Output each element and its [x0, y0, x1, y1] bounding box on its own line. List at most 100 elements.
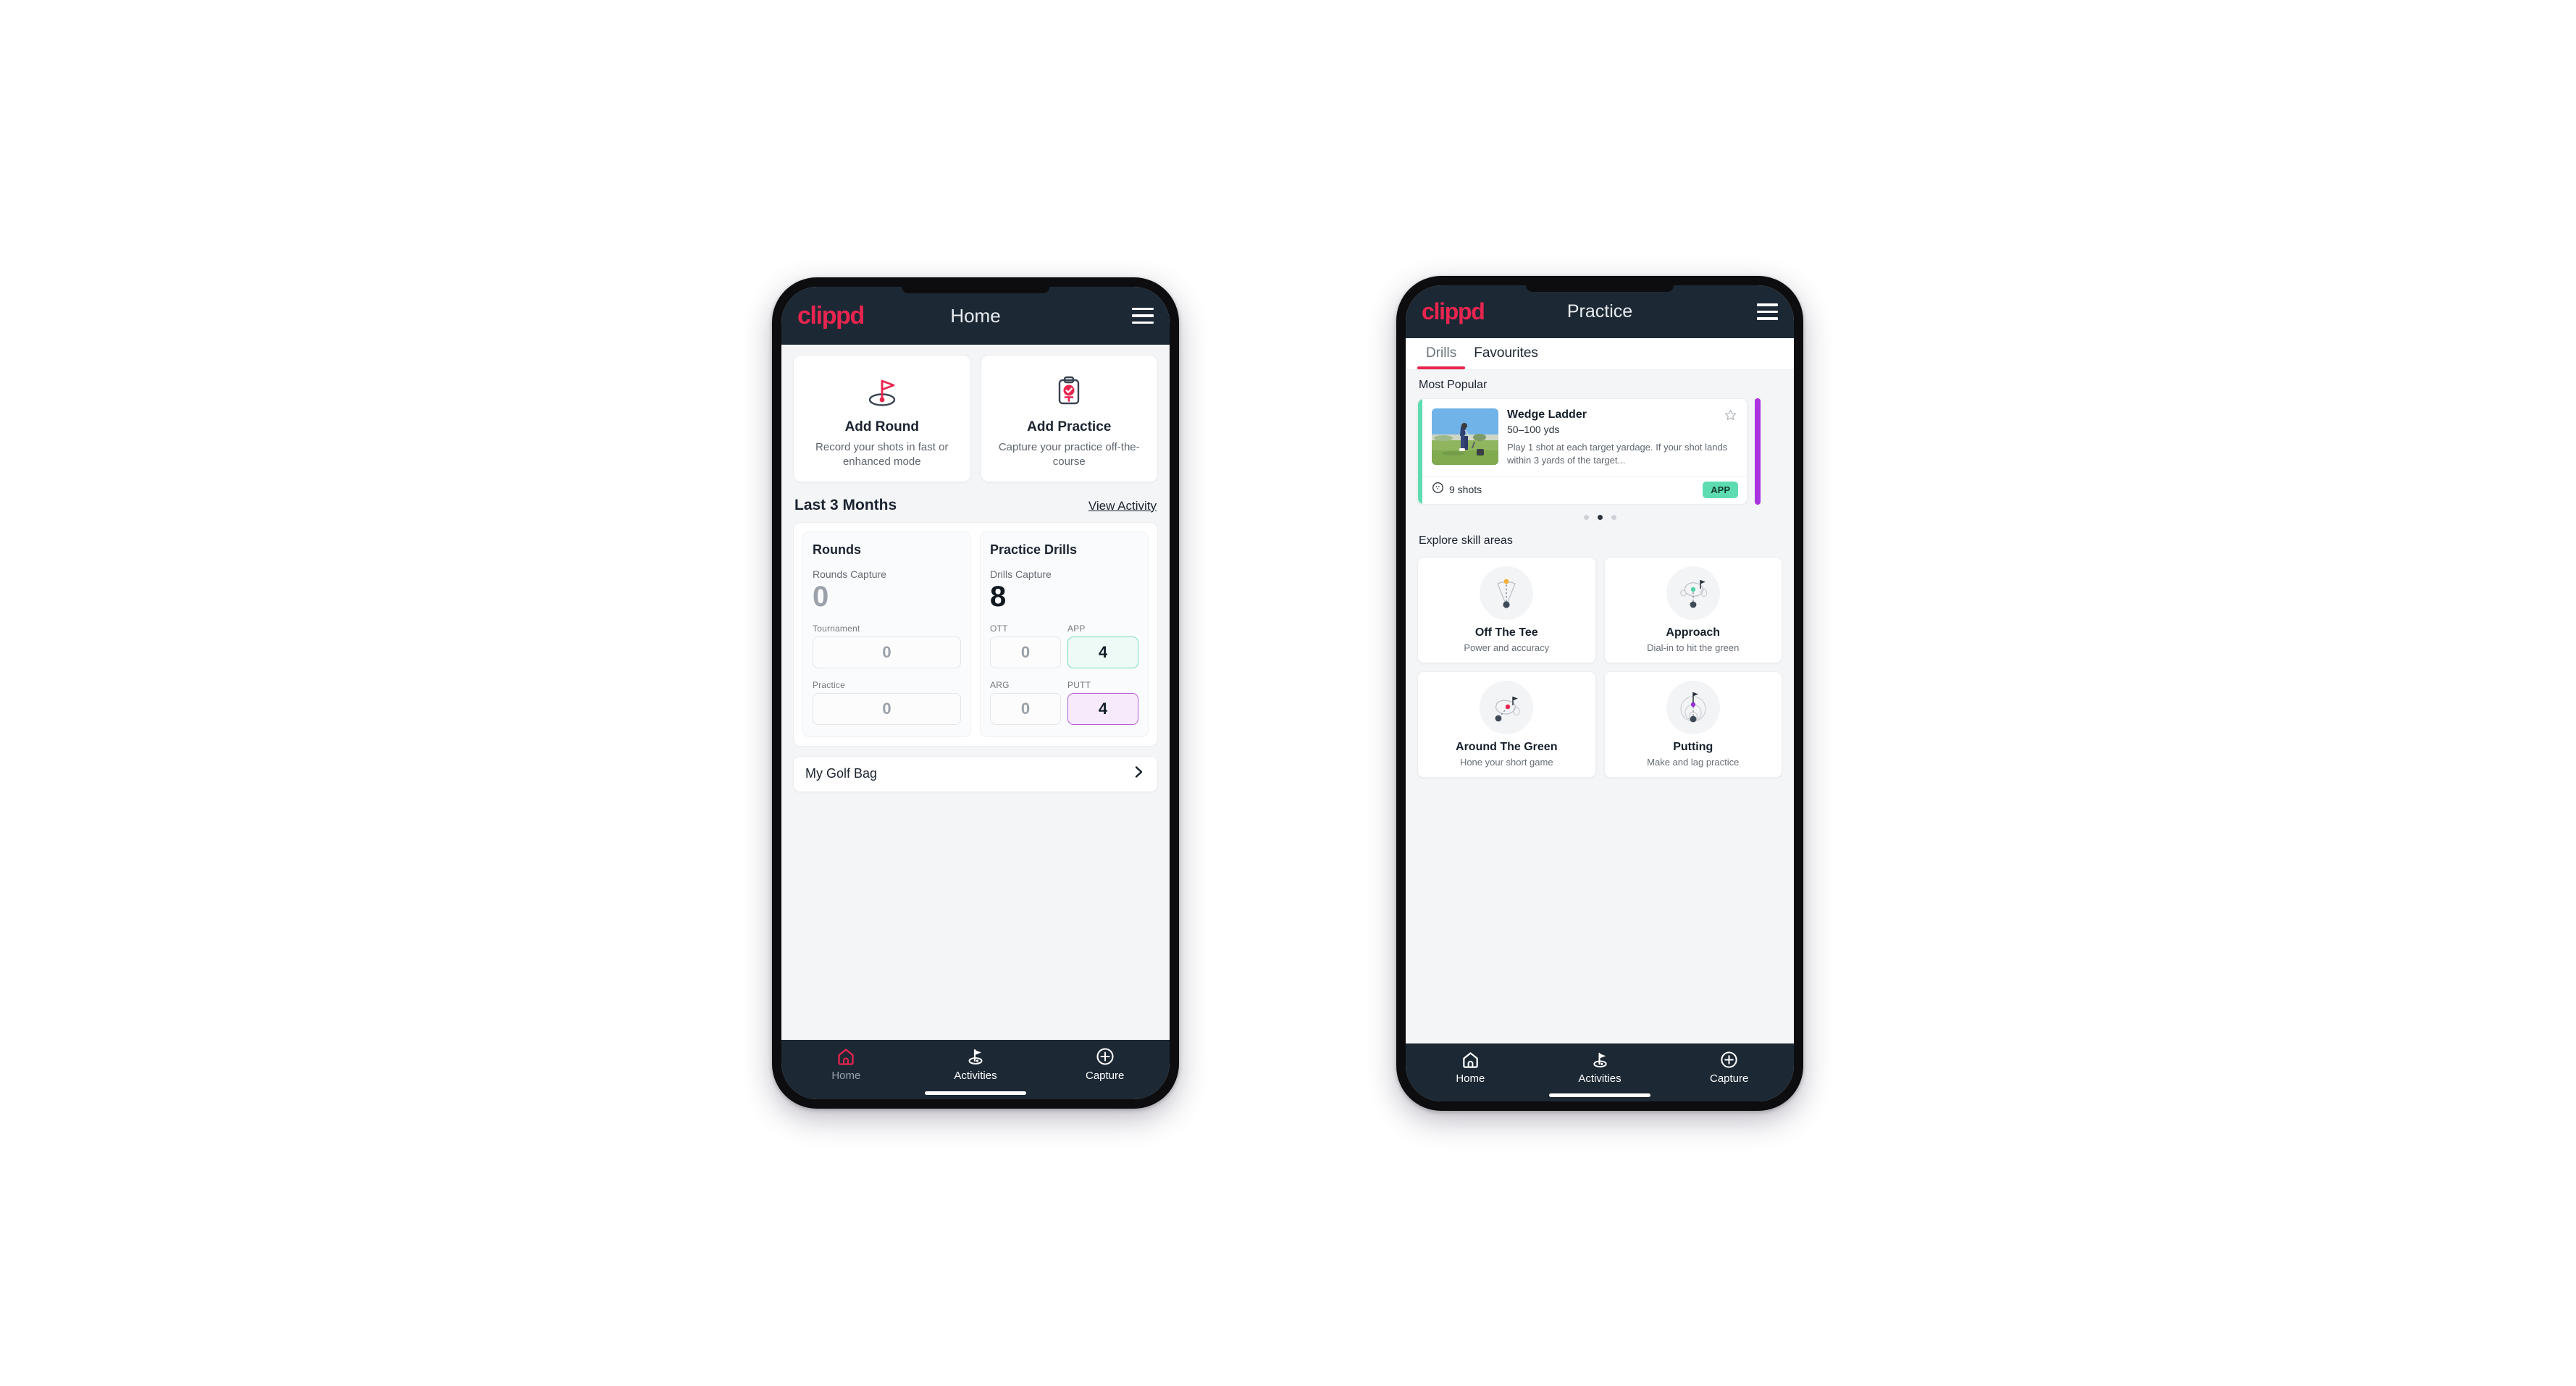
screenshot-canvas: clippd Home Add Round Record your shots … — [0, 0, 2576, 1386]
nav-item-capture[interactable]: Capture — [1664, 1050, 1794, 1085]
nav-label-activities: Activities — [954, 1070, 997, 1082]
drill-skill-badge: APP — [1703, 481, 1738, 498]
plus-circle-icon — [1721, 1051, 1737, 1068]
putt-value[interactable]: 4 — [1067, 692, 1138, 725]
arg-field: ARG 0 — [990, 680, 1061, 725]
nav-item-home[interactable]: Home — [781, 1046, 911, 1082]
plus-circle-icon — [1096, 1048, 1114, 1065]
bottom-nav-home: Home Activities Capture — [781, 1040, 1170, 1099]
star-outline-icon[interactable] — [1724, 408, 1737, 426]
phone-device-home: clippd Home Add Round Record your shots … — [772, 277, 1179, 1109]
golf-flag-icon — [1593, 1052, 1607, 1068]
phone-device-practice: clippd Practice Drills Favourites Most P… — [1396, 276, 1803, 1111]
nav-label-capture: Capture — [1709, 1072, 1749, 1085]
practice-tabs: Drills Favourites — [1406, 338, 1794, 370]
golf-flag-icon — [968, 1049, 983, 1064]
tab-active-indicator — [1417, 366, 1466, 369]
device-notch — [902, 287, 1049, 293]
chip-green-icon — [1480, 680, 1534, 734]
chevron-right-icon — [1131, 765, 1146, 783]
nav-label-home: Home — [831, 1070, 861, 1082]
app-field: APP 4 — [1067, 623, 1138, 668]
drill-carousel[interactable]: Wedge Ladder 50–100 yds Play 1 shot at e… — [1406, 398, 1794, 505]
rounds-heading: Rounds — [813, 542, 861, 557]
skill-card-off-the-tee[interactable]: Off The Tee Power and accuracy — [1417, 556, 1596, 663]
rounds-column: Rounds Rounds Capture 0 Tournament 0 Pra… — [802, 531, 971, 737]
drill-fields-row-1: OTT 0 APP 4 — [990, 623, 1138, 668]
arg-value[interactable]: 0 — [990, 692, 1061, 725]
practice-field: Practice 0 — [813, 680, 961, 725]
nav-item-capture[interactable]: Capture — [1040, 1046, 1170, 1082]
carousel-dot-3[interactable] — [1611, 514, 1616, 520]
most-popular-label: Most Popular — [1419, 379, 1488, 391]
last-3-months-header: Last 3 Months View Activity — [794, 497, 1157, 514]
skill-title: Approach — [1666, 626, 1721, 639]
drills-capture-label: Drills Capture — [990, 568, 1052, 580]
add-practice-card[interactable]: Add Practice Capture your practice off-t… — [980, 355, 1158, 482]
carousel-dots[interactable] — [1406, 514, 1794, 520]
tournament-field: Tournament 0 — [813, 623, 961, 668]
skill-subtitle: Power and accuracy — [1464, 642, 1550, 653]
tournament-value[interactable]: 0 — [813, 636, 961, 668]
explore-skill-areas-label: Explore skill areas — [1419, 534, 1513, 547]
practice-label: Practice — [813, 679, 845, 690]
ott-label: OTT — [990, 623, 1008, 634]
rounds-capture-label: Rounds Capture — [813, 568, 886, 580]
tournament-label: Tournament — [813, 623, 860, 634]
add-round-card[interactable]: Add Round Record your shots in fast or e… — [793, 355, 971, 482]
putting-rings-icon — [1666, 680, 1720, 734]
add-practice-title: Add Practice — [1027, 419, 1112, 434]
carousel-dot-2[interactable] — [1597, 514, 1603, 520]
hamburger-icon[interactable] — [1132, 306, 1154, 327]
app-label: APP — [1067, 623, 1086, 634]
carousel-dot-1[interactable] — [1583, 514, 1589, 520]
device-notch — [1526, 285, 1674, 292]
tab-drills-label: Drills — [1426, 345, 1457, 361]
rounds-capture-value: 0 — [813, 580, 829, 613]
skill-card-putting[interactable]: Putting Make and lag practice — [1603, 671, 1782, 778]
tab-favourites-label: Favourites — [1474, 345, 1538, 361]
ott-field: OTT 0 — [990, 623, 1061, 668]
drill-card-wedge-ladder[interactable]: Wedge Ladder 50–100 yds Play 1 shot at e… — [1417, 398, 1748, 505]
nav-label-capture: Capture — [1085, 1070, 1125, 1082]
drill-shots-count: 9 shots — [1449, 484, 1482, 496]
putt-field: PUTT 4 — [1067, 680, 1138, 725]
approach-green-icon — [1666, 566, 1720, 620]
stats-card: Rounds Rounds Capture 0 Tournament 0 Pra… — [793, 521, 1158, 747]
tee-shot-dispersion-icon — [1480, 566, 1534, 620]
nav-item-activities[interactable]: Activities — [1535, 1050, 1665, 1085]
skill-subtitle: Make and lag practice — [1647, 756, 1740, 768]
my-golf-bag-row[interactable]: My Golf Bag — [793, 755, 1158, 792]
putt-label: PUTT — [1067, 679, 1091, 690]
add-round-title: Add Round — [844, 419, 919, 434]
app-value[interactable]: 4 — [1067, 636, 1138, 668]
nav-label-activities: Activities — [1578, 1072, 1621, 1085]
skill-title: Putting — [1673, 740, 1713, 753]
clippd-logo[interactable]: clippd — [797, 302, 865, 330]
add-practice-subtitle: Capture your practice off-the-course — [998, 441, 1140, 469]
tab-drills[interactable]: Drills — [1417, 338, 1466, 369]
skill-card-approach[interactable]: Approach Dial-in to hit the green — [1603, 556, 1782, 663]
practice-value[interactable]: 0 — [813, 692, 961, 725]
ott-value[interactable]: 0 — [990, 636, 1061, 668]
golf-flag-icon — [863, 370, 901, 412]
view-activity-link[interactable]: View Activity — [1088, 499, 1157, 513]
drill-accent-bar — [1418, 399, 1422, 504]
tab-favourites[interactable]: Favourites — [1465, 338, 1547, 369]
drill-footer: 9 shots APP — [1418, 475, 1747, 504]
hamburger-icon[interactable] — [1757, 301, 1778, 322]
skill-subtitle: Dial-in to hit the green — [1647, 642, 1740, 653]
golf-ball-icon — [1432, 482, 1444, 497]
drill-description: Play 1 shot at each target yardage. If y… — [1507, 442, 1728, 466]
clippd-logo[interactable]: clippd — [1422, 298, 1485, 325]
my-golf-bag-label: My Golf Bag — [805, 766, 878, 781]
golfer-photo — [1432, 408, 1498, 465]
skill-card-around-the-green[interactable]: Around The Green Hone your short game — [1417, 671, 1596, 778]
skill-title: Off The Tee — [1474, 626, 1538, 639]
drill-fields-row-2: ARG 0 PUTT 4 — [990, 680, 1138, 725]
nav-item-home[interactable]: Home — [1406, 1050, 1535, 1085]
home-indicator — [1549, 1093, 1650, 1097]
skill-title: Around The Green — [1456, 740, 1558, 753]
next-drill-card-sliver[interactable] — [1755, 398, 1761, 505]
nav-item-activities[interactable]: Activities — [911, 1046, 1041, 1082]
